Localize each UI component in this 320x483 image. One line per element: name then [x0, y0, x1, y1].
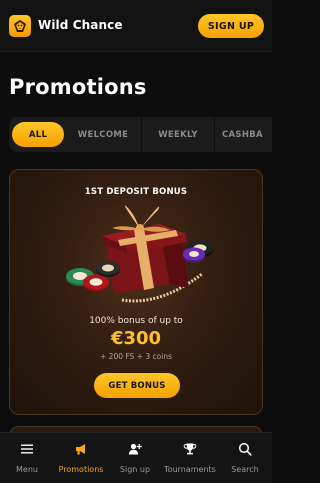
sign-up-button[interactable]: SIGN UP — [198, 14, 264, 38]
tab-divider — [214, 117, 215, 152]
nav-item-menu[interactable]: Menu — [0, 433, 54, 483]
promo-card[interactable]: 1ST DEPOSIT BONUS 100% bonus of up to €3… — [9, 169, 263, 415]
lion-icon[interactable] — [9, 15, 31, 37]
nav-label: Promotions — [58, 465, 104, 474]
nav-label: Menu — [16, 465, 38, 474]
nav-item-tournaments[interactable]: Tournaments — [163, 433, 217, 483]
top-header: Wild Chance SIGN UP — [0, 0, 272, 52]
nav-item-promotions[interactable]: Promotions — [54, 433, 108, 483]
nav-label: Tournaments — [164, 465, 216, 474]
get-bonus-button[interactable]: GET BONUS — [94, 373, 180, 398]
promo-description: 100% bonus of up to — [89, 316, 183, 326]
tab-divider — [141, 117, 142, 152]
brand-name: Wild Chance — [38, 18, 123, 32]
gift-box-illustration — [66, 205, 213, 303]
tab-welcome[interactable]: WELCOME — [69, 122, 137, 147]
promo-eyebrow: 1ST DEPOSIT BONUS — [84, 187, 188, 197]
megaphone-icon — [76, 444, 85, 455]
add-user-icon — [128, 443, 142, 455]
nav-item-sign-up[interactable]: Sign up — [108, 433, 162, 483]
trophy-icon — [183, 443, 197, 455]
nav-label: Sign up — [119, 465, 151, 474]
promo-extra: + 200 FS + 3 coins — [100, 352, 172, 361]
tab-weekly[interactable]: WEEKLY — [146, 122, 210, 147]
bottom-navigation: Menu Promotions Sign up Tournaments Sear… — [0, 432, 272, 483]
menu-icon — [21, 444, 33, 454]
nav-item-search[interactable]: Search — [218, 433, 272, 483]
tab-cashback[interactable]: CASHBA — [222, 122, 272, 147]
page-title: Promotions — [9, 75, 147, 99]
search-icon — [238, 442, 252, 456]
promo-category-tabs: ALL WELCOME WEEKLY CASHBA — [9, 117, 272, 152]
nav-label: Search — [231, 465, 259, 474]
tab-all[interactable]: ALL — [12, 122, 64, 147]
promo-amount: €300 — [110, 328, 162, 349]
